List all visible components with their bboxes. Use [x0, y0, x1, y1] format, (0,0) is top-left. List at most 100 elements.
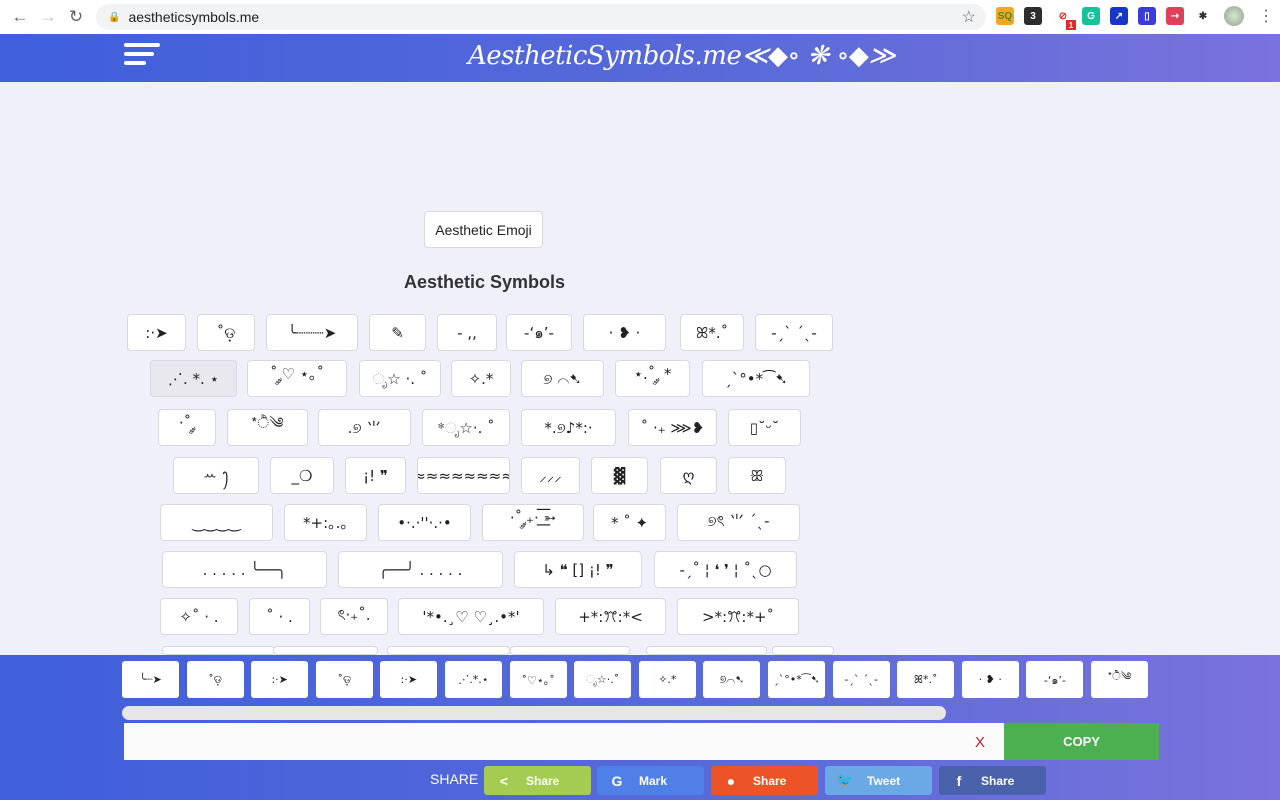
symbol-button[interactable]: - ,, — [437, 314, 497, 351]
recent-symbol-button[interactable]: ╰┈➤ — [122, 661, 179, 698]
recent-symbol-button[interactable]: ˚ଡ଼ — [315, 661, 373, 698]
symbol-button[interactable]: ⋰. *. ⋆ — [150, 360, 237, 397]
site-title[interactable]: AestheticSymbols.me≪◆∘ ❋ ∘◆≫ — [468, 41, 896, 71]
extension-red-ext-icon[interactable]: ⇢ — [1166, 7, 1184, 25]
twitter-tweet-button[interactable]: 🐦 Tweet — [825, 766, 932, 795]
share-generic-button[interactable]: < Share — [484, 766, 591, 795]
symbol-button[interactable]: *.୭♪*:· — [521, 409, 616, 446]
symbol-button[interactable]: '*•.¸♡ ♡¸.•*' — [398, 598, 544, 635]
forward-button[interactable]: → — [34, 3, 62, 31]
copy-input[interactable] — [124, 723, 1004, 760]
symbol-button[interactable]: ✎ — [369, 314, 426, 351]
profile-avatar[interactable] — [1224, 6, 1244, 26]
reddit-share-button[interactable]: ● Share — [711, 766, 818, 795]
recent-symbol-button[interactable]: ꕤ*.˚ — [897, 661, 955, 698]
symbol-button[interactable] — [273, 646, 378, 655]
symbol-button[interactable]: ⋆.˚ ༘ * — [615, 360, 690, 397]
recent-symbol-button[interactable]: :·➤ — [380, 661, 438, 698]
symbol-button[interactable]: ୭ ⌒➷ — [521, 360, 604, 397]
symbol-button[interactable]: ꕀ ꫂ — [173, 457, 259, 494]
symbol-button[interactable]: ✧.* — [451, 360, 511, 397]
extension-doc-icon[interactable]: ▯ — [1138, 7, 1156, 25]
symbol-button[interactable]: ೃ☆ ·. ˚ — [359, 360, 441, 397]
symbol-button[interactable] — [772, 646, 834, 655]
symbol-button[interactable]: _❍ — [270, 457, 334, 494]
recent-symbol-button[interactable]: ˚ଡ଼ — [186, 661, 244, 698]
symbol-button[interactable]: ·˚ ༘₊· ͟͟͞͞➳ — [482, 504, 584, 541]
reddit-share-icon: ● — [726, 772, 736, 789]
symbol-button[interactable]: ╰┈┈┈➤ — [266, 314, 358, 351]
extension-blocked-icon[interactable]: ⊘ 1 — [1054, 7, 1076, 30]
symbol-button[interactable]: ▯˘ᵕ˘ — [728, 409, 801, 446]
symbol-button[interactable]: ╭──╯ . . . . . — [338, 551, 503, 588]
symbol-button[interactable] — [646, 646, 767, 655]
symbol-button[interactable]: :·➤ — [127, 314, 186, 351]
symbol-button[interactable]: ୭ৎ ⺌ ˊˎ- — [677, 504, 800, 541]
symbol-button[interactable]: *ੈ༄ — [227, 409, 308, 446]
symbol-button[interactable]: ˚ ·₊ ⋙❥ — [628, 409, 717, 446]
symbol-button[interactable]: ৎ·₊˚. — [320, 598, 388, 635]
symbol-button[interactable]: ▓ — [591, 457, 648, 494]
chrome-menu-icon[interactable]: ⋮ — [1258, 6, 1274, 26]
symbol-button[interactable]: -ˏˋ ˊˎ- — [755, 314, 833, 351]
symbol-button[interactable]: *+:｡.｡ — [284, 504, 367, 541]
symbol-button[interactable]: ↳ ❝ [] ¡! ❞ — [514, 551, 642, 588]
symbol-button[interactable]: ꕤ*.˚ — [680, 314, 744, 351]
symbol-button[interactable]: ≈≈≈≈≈≈≈≈ — [417, 457, 510, 494]
symbol-button[interactable]: >*:ꔫ:*+˚ — [677, 598, 799, 635]
extension-grammarly-icon[interactable]: G — [1082, 7, 1100, 25]
symbol-button[interactable]: .୭ ⺌ — [318, 409, 411, 446]
symbol-button[interactable]: •·.·''·.·• — [378, 504, 471, 541]
recent-symbol-button[interactable]: ˏˋ°•*⁀➷ — [768, 661, 825, 698]
symbol-button[interactable]: · ❥ · — [583, 314, 666, 351]
symbol-button[interactable]: ‿‿‿‿ — [160, 504, 273, 541]
extension-sq-icon[interactable]: SQ — [996, 7, 1014, 25]
symbol-button[interactable]: -ˏ˚ ¦ ❛ ❜ ¦ ˚ˎ○ — [654, 551, 797, 588]
recent-symbol-button[interactable]: ˚♡⋆｡˚ — [509, 661, 567, 698]
symbol-button[interactable]: . . . . . ╰──╮ — [162, 551, 327, 588]
extension-three-icon[interactable]: 3 — [1024, 7, 1042, 25]
recent-symbol-button[interactable]: ✧.* — [638, 661, 696, 698]
symbol-button[interactable]: ღ — [660, 457, 717, 494]
symbol-button[interactable]: ⸝⸝⸝ — [521, 457, 580, 494]
recent-symbol-button[interactable]: · ❥ · — [961, 661, 1019, 698]
facebook-share-button[interactable]: f Share — [939, 766, 1046, 795]
symbol-button[interactable]: -‘๑’- — [506, 314, 572, 351]
symbol-button[interactable] — [510, 646, 630, 655]
bookmark-star-icon[interactable]: ☆ — [962, 7, 976, 27]
back-button[interactable]: ← — [6, 3, 34, 31]
symbol-button[interactable]: * ˚ ✦ — [593, 504, 666, 541]
reload-button[interactable]: ↻ — [62, 3, 90, 31]
aesthetic-emoji-button[interactable]: Aesthetic Emoji — [424, 211, 543, 248]
recent-symbol-button[interactable]: -ˏˋ ˊˎ- — [832, 661, 890, 698]
symbol-button[interactable]: ˚ · . — [249, 598, 310, 635]
symbol-button[interactable]: ¡! ❞ — [345, 457, 406, 494]
recent-symbol-button[interactable]: :·➤ — [251, 661, 309, 698]
copy-button[interactable]: COPY — [1004, 723, 1159, 760]
recent-symbol-button[interactable]: -‘๑’- — [1026, 661, 1084, 698]
symbol-button[interactable]: ꕥ — [728, 457, 786, 494]
reload-icon: ↻ — [68, 7, 84, 26]
symbol-button[interactable] — [162, 646, 275, 655]
facebook-share-icon: f — [956, 772, 962, 789]
symbol-button[interactable]: +*:ꔫ:*< — [555, 598, 666, 635]
address-bar[interactable]: 🔒 aestheticsymbols.me ☆ — [96, 4, 986, 30]
symbol-button[interactable]: *ೃ☆·. ˚ — [422, 409, 510, 446]
recent-symbol-button[interactable]: ୭⌒➷ — [703, 661, 761, 698]
google-mark-button[interactable]: G Mark — [597, 766, 704, 795]
symbol-button[interactable]: ˚ଡ଼ — [197, 314, 255, 351]
recent-symbol-button[interactable]: ⋰.*.⋆ — [445, 661, 502, 698]
symbol-button[interactable]: ˚ ༘♡ ⋆｡˚ — [247, 360, 347, 397]
extension-puzzle-icon[interactable]: ✱ — [1194, 7, 1212, 25]
extension-chart-icon[interactable]: ↗ — [1110, 7, 1128, 25]
recent-symbol-button[interactable]: *ੈ༄ — [1091, 661, 1148, 698]
symbol-button[interactable]: ·˚ ༘ — [158, 409, 216, 446]
recent-symbol-button[interactable]: ೃ☆·.˚ — [574, 661, 632, 698]
menu-icon[interactable] — [124, 43, 160, 71]
back-arrow-icon: ← — [11, 7, 29, 26]
clear-button[interactable]: X — [975, 734, 985, 751]
symbol-button[interactable]: ˏˋ°•*⁀➷ — [702, 360, 810, 397]
horizontal-scrollbar[interactable] — [122, 706, 946, 720]
symbol-button[interactable]: ✧˚ · . — [160, 598, 238, 635]
symbol-button[interactable] — [387, 646, 510, 655]
